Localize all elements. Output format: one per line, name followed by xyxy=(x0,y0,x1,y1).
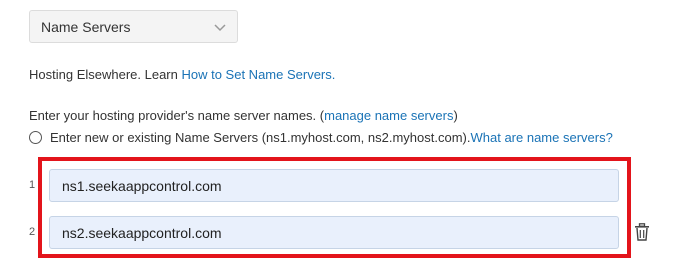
instructions-text: Enter your hosting provider's name serve… xyxy=(29,108,325,123)
hosting-text: Hosting Elsewhere. Learn xyxy=(29,67,182,82)
nameserver-index-2: 2 xyxy=(29,226,36,238)
nameserver-input-1[interactable] xyxy=(49,169,619,202)
nameserver-input-2[interactable] xyxy=(49,216,619,249)
how-to-set-link[interactable]: How to Set Name Servers. xyxy=(181,67,335,82)
nameserver-type-select[interactable]: Name Servers xyxy=(29,10,238,43)
select-value: Name Servers xyxy=(41,18,131,35)
instructions-close: ) xyxy=(453,108,458,123)
radio-button[interactable] xyxy=(29,131,42,144)
trash-icon[interactable] xyxy=(634,223,650,241)
nameserver-index-1: 1 xyxy=(29,179,36,191)
chevron-down-icon xyxy=(214,24,226,32)
name-servers-radio-option[interactable]: Enter new or existing Name Servers (ns1.… xyxy=(29,130,613,145)
instructions: Enter your hosting provider's name serve… xyxy=(29,108,458,123)
radio-label: Enter new or existing Name Servers (ns1.… xyxy=(50,130,471,145)
what-are-name-servers-link[interactable]: What are name servers? xyxy=(470,130,612,145)
manage-name-servers-link[interactable]: manage name servers xyxy=(324,108,453,123)
hosting-info: Hosting Elsewhere. Learn How to Set Name… xyxy=(29,67,335,82)
nameserver-settings: Name Servers Hosting Elsewhere. Learn Ho… xyxy=(0,0,677,262)
